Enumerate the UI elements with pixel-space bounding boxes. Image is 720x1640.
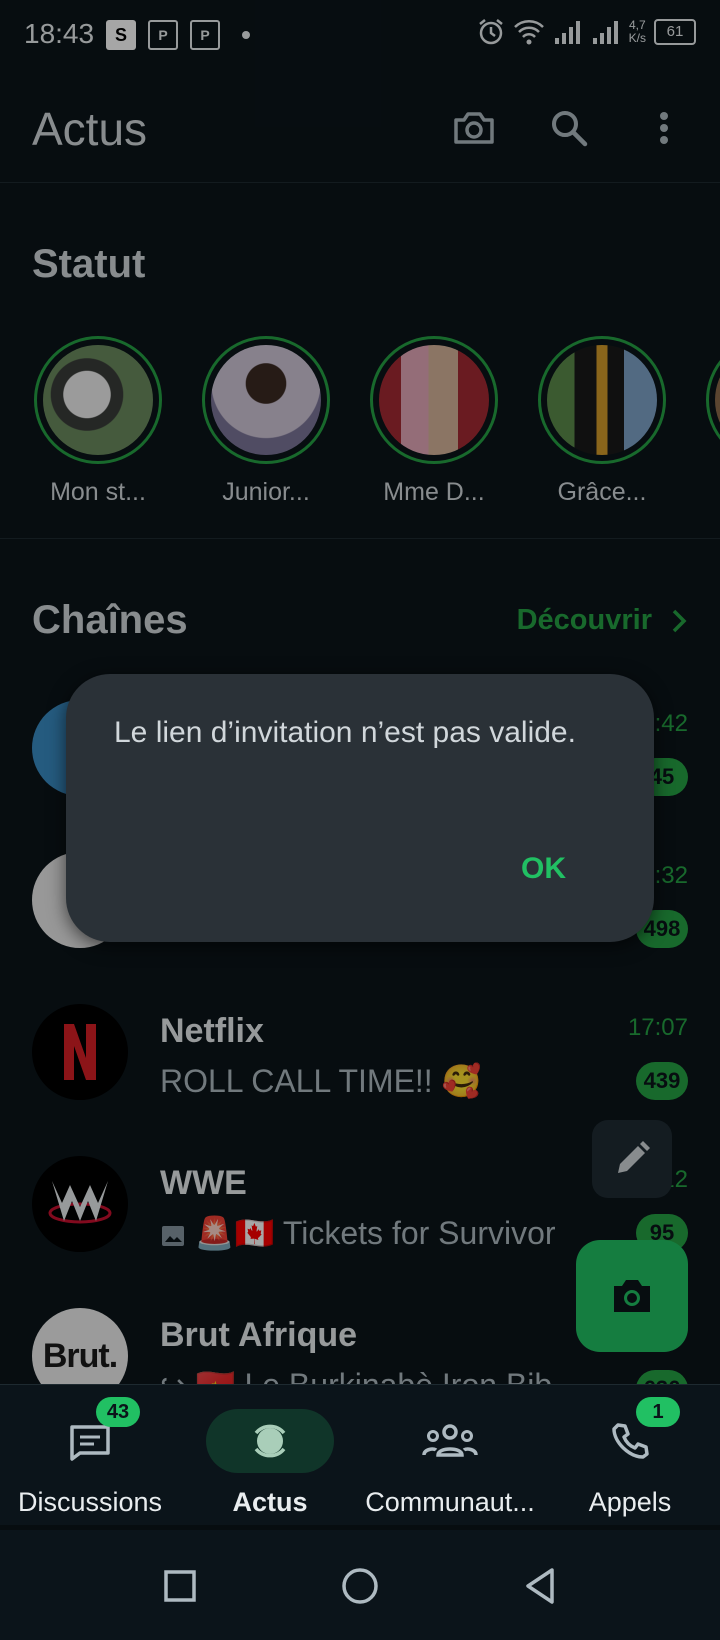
- nav-icon-wrap: 1: [598, 1397, 680, 1473]
- updates-icon: [254, 1424, 286, 1458]
- nav-badge: 1: [636, 1397, 680, 1427]
- ok-button[interactable]: OK: [521, 852, 566, 886]
- tab-actus[interactable]: Actus: [180, 1409, 360, 1518]
- nav-icon-wrap: [206, 1409, 334, 1473]
- nav-label: Discussions: [17, 1487, 163, 1517]
- nav-label: Actus: [232, 1487, 308, 1517]
- dialog-message: Le lien d’invitation n’est pas valide.: [114, 716, 576, 749]
- bottom-navigation: 43 Discussions Actus Communaut... 1 Appe…: [0, 1384, 720, 1525]
- recents-button[interactable]: [152, 1558, 208, 1614]
- tab-communities[interactable]: Communaut...: [360, 1409, 540, 1518]
- circle-icon: [342, 1568, 378, 1604]
- system-navigation-bar: [0, 1530, 720, 1640]
- nav-label: Communaut...: [365, 1487, 535, 1517]
- nav-icon-wrap: 43: [58, 1397, 140, 1473]
- home-button[interactable]: [332, 1558, 388, 1614]
- square-icon: [164, 1570, 196, 1602]
- tab-discussions[interactable]: 43 Discussions: [0, 1397, 180, 1518]
- invalid-link-dialog: Le lien d’invitation n’est pas valide. O…: [66, 674, 654, 942]
- phone-icon: [612, 1423, 649, 1459]
- nav-icon-wrap: [418, 1409, 482, 1473]
- triangle-back-icon: [526, 1568, 554, 1604]
- tab-calls[interactable]: 1 Appels: [540, 1397, 720, 1518]
- chat-icon: [70, 1425, 110, 1461]
- nav-badge: 43: [96, 1397, 140, 1427]
- back-button[interactable]: [512, 1558, 568, 1614]
- communities-icon: [422, 1424, 478, 1457]
- nav-label: Appels: [588, 1487, 672, 1517]
